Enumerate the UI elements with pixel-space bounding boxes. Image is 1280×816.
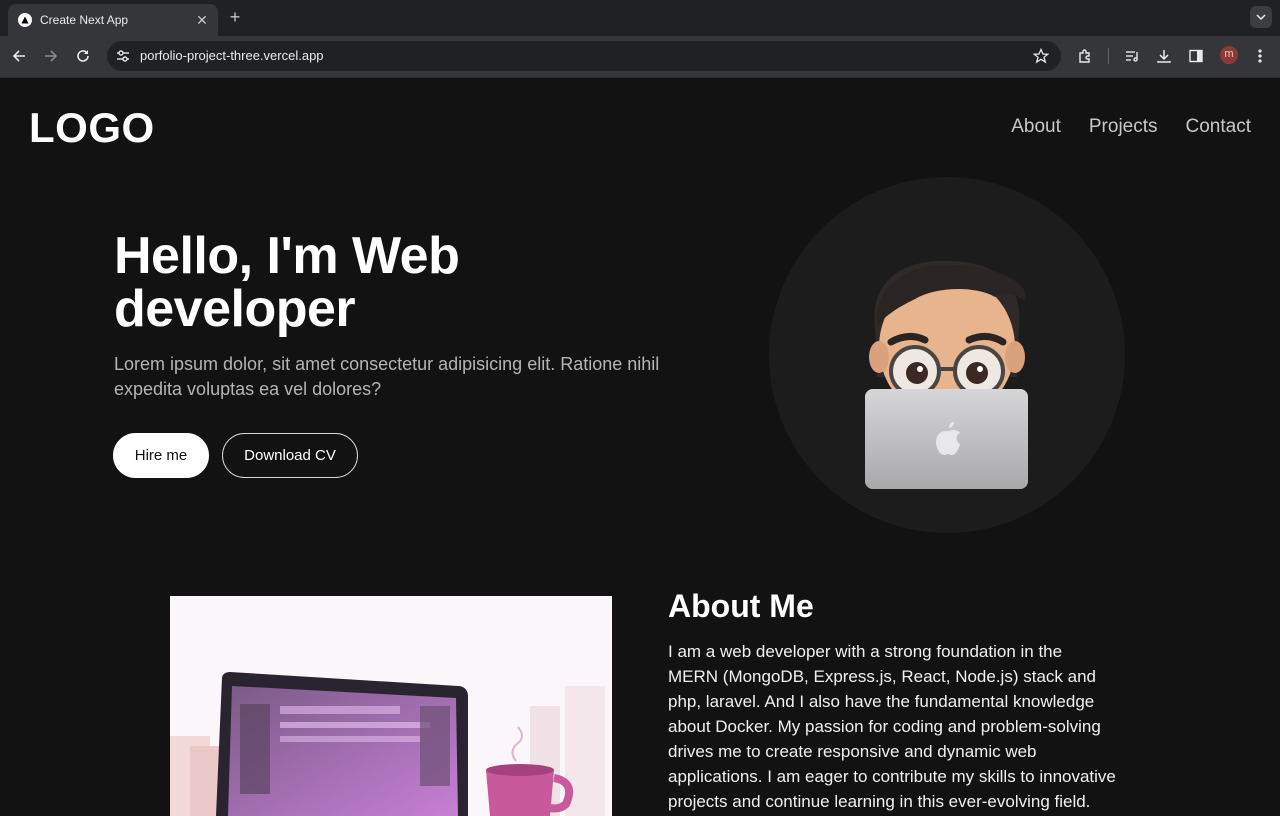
active-tab[interactable]: Create Next App ✕ bbox=[8, 4, 218, 36]
tab-strip: Create Next App ✕ + bbox=[0, 0, 1280, 36]
about-title: About Me bbox=[668, 588, 814, 624]
media-icon[interactable] bbox=[1120, 44, 1144, 68]
download-icon[interactable] bbox=[1152, 44, 1176, 68]
back-icon[interactable] bbox=[7, 44, 31, 68]
address-bar[interactable]: porfolio-project-three.vercel.app bbox=[107, 41, 1061, 71]
nextjs-favicon-icon bbox=[18, 13, 32, 27]
main-nav: About Projects Contact bbox=[1011, 116, 1251, 138]
hire-me-button[interactable]: Hire me bbox=[113, 433, 209, 478]
tab-search-icon[interactable] bbox=[1250, 6, 1272, 28]
star-icon[interactable] bbox=[1032, 47, 1050, 69]
browser-toolbar: porfolio-project-three.vercel.app m bbox=[0, 36, 1280, 78]
avatar-illustration bbox=[769, 177, 1125, 533]
site-logo[interactable]: LOGO bbox=[29, 104, 155, 152]
new-tab-icon[interactable]: + bbox=[226, 8, 244, 26]
url-text: porfolio-project-three.vercel.app bbox=[140, 48, 324, 63]
hero-title: Hello, I'm Web developer bbox=[114, 227, 460, 338]
toolbar-divider bbox=[1108, 48, 1109, 64]
hero-subtitle: Lorem ipsum dolor, sit amet consectetur … bbox=[114, 354, 660, 399]
reload-icon[interactable] bbox=[71, 44, 95, 68]
about-illustration bbox=[170, 596, 612, 816]
about-text: I am a web developer with a strong found… bbox=[668, 642, 1116, 811]
tab-title: Create Next App bbox=[40, 13, 129, 27]
forward-icon[interactable] bbox=[39, 44, 63, 68]
extensions-icon[interactable] bbox=[1073, 44, 1097, 68]
download-cv-button[interactable]: Download CV bbox=[222, 433, 358, 478]
sidepanel-icon[interactable] bbox=[1184, 44, 1208, 68]
close-tab-icon[interactable]: ✕ bbox=[194, 12, 210, 29]
nav-link-projects[interactable]: Projects bbox=[1089, 116, 1158, 138]
nav-link-about[interactable]: About bbox=[1011, 116, 1061, 138]
profile-avatar[interactable]: m bbox=[1220, 46, 1238, 64]
menu-icon[interactable] bbox=[1248, 44, 1272, 68]
tune-icon[interactable] bbox=[115, 48, 131, 64]
nav-link-contact[interactable]: Contact bbox=[1186, 116, 1251, 138]
